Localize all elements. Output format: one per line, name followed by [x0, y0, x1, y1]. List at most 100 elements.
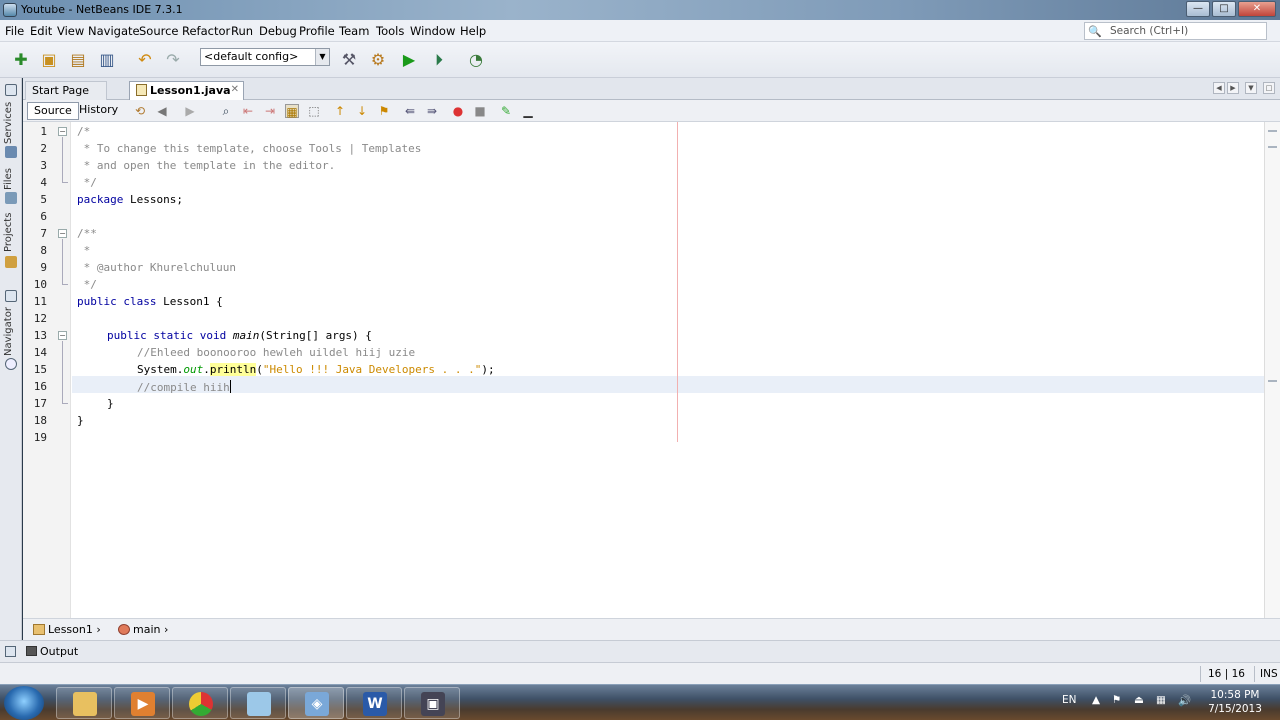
comment-icon[interactable]: ✎ [499, 104, 513, 118]
navigator-tab[interactable]: Navigator [3, 307, 19, 356]
history-button[interactable]: History [73, 102, 124, 120]
toggle-bookmark-icon[interactable]: ⚑ [377, 104, 391, 118]
main-toolbar: ✚ ▣ ▤ ▥ ↶ ↷ ⚒ ⚙ ▶ ⏵ ◔ [0, 42, 1280, 78]
taskbar-notepad[interactable] [230, 687, 286, 719]
taskbar-explorer[interactable] [56, 687, 112, 719]
services-tab[interactable]: Services [3, 100, 19, 144]
save-all-icon[interactable]: ▥ [96, 49, 118, 71]
search-box[interactable]: 🔍 Search (Ctrl+I) [1084, 22, 1267, 40]
tab-lesson1-java[interactable]: Lesson1.java ✕ [129, 81, 244, 100]
profile-icon[interactable]: ◔ [465, 49, 487, 71]
menu-run[interactable]: Run [231, 24, 253, 38]
menu-tools[interactable]: Tools [376, 24, 404, 38]
restore-icon[interactable] [5, 84, 17, 96]
open-project-icon[interactable]: ▤ [67, 49, 89, 71]
new-project-icon[interactable]: ▣ [38, 49, 60, 71]
menu-profile[interactable]: Profile [299, 24, 335, 38]
fold-toggle-icon[interactable]: − [58, 331, 67, 340]
find-previous-icon[interactable]: ⇤ [241, 104, 255, 118]
start-macro-icon[interactable]: ● [451, 104, 465, 118]
clean-build-icon[interactable]: ⚙ [367, 49, 389, 71]
text-caret [229, 380, 231, 393]
shift-right-icon[interactable]: ⇛ [425, 104, 439, 118]
build-icon[interactable]: ⚒ [338, 49, 360, 71]
breadcrumb-class[interactable]: Lesson1 › [33, 623, 101, 636]
code-line: } [77, 414, 84, 427]
new-file-icon[interactable]: ✚ [10, 49, 32, 71]
output-tab[interactable]: Output [26, 645, 78, 658]
fold-toggle-icon[interactable]: − [58, 127, 67, 136]
find-icon[interactable]: ⌕ [219, 104, 233, 118]
right-margin-line [677, 122, 678, 442]
line-number: 19 [33, 431, 47, 444]
output-panel-strip: Output [0, 640, 1280, 662]
close-button[interactable]: ✕ [1238, 1, 1276, 17]
stripe-mark[interactable] [1268, 146, 1277, 148]
taskbar-media-player[interactable]: ▶ [114, 687, 170, 719]
restore-icon[interactable] [5, 646, 16, 657]
flag-icon[interactable]: ⚑ [1112, 694, 1121, 706]
menu-edit[interactable]: Edit [30, 24, 52, 38]
run-icon[interactable]: ▶ [398, 49, 420, 71]
stripe-mark[interactable] [1268, 130, 1277, 132]
maximize-editor-icon[interactable]: □ [1263, 82, 1275, 94]
config-select[interactable]: <default config> ▼ [200, 48, 330, 66]
menu-refactor[interactable]: Refactor [182, 24, 230, 38]
scroll-tabs-right-icon[interactable]: ▶ [1227, 82, 1239, 94]
uncomment-icon[interactable]: ▁ [521, 104, 535, 118]
prev-bookmark-icon[interactable]: ↑ [333, 104, 347, 118]
window-title: Youtube - NetBeans IDE 7.3.1 [21, 3, 183, 16]
tab-lesson1-label: Lesson1.java [150, 84, 231, 97]
tab-list-icon[interactable]: ▼ [1245, 82, 1257, 94]
scroll-tabs-left-icon[interactable]: ◀ [1213, 82, 1225, 94]
next-bookmark-icon[interactable]: ↓ [355, 104, 369, 118]
language-indicator[interactable]: EN [1062, 694, 1077, 706]
stop-macro-icon[interactable]: ■ [473, 104, 487, 118]
redo-icon[interactable]: ↷ [162, 49, 184, 71]
show-hidden-icons-icon[interactable]: ▲ [1092, 694, 1100, 706]
menu-help[interactable]: Help [460, 24, 486, 38]
taskbar-chrome[interactable] [172, 687, 228, 719]
fold-toggle-icon[interactable]: − [58, 229, 67, 238]
start-button[interactable] [4, 686, 44, 720]
tab-start-page[interactable]: Start Page [25, 81, 107, 100]
menu-navigate[interactable]: Navigate [88, 24, 140, 38]
code-line: * To change this template, choose Tools … [77, 142, 422, 155]
stripe-mark[interactable] [1268, 380, 1277, 382]
projects-tab[interactable]: Projects [3, 212, 19, 252]
minimize-button[interactable]: — [1186, 1, 1210, 17]
restore-icon[interactable] [5, 290, 17, 302]
menu-file[interactable]: File [5, 24, 24, 38]
netbeans-icon [3, 3, 17, 17]
close-tab-icon[interactable]: ✕ [231, 84, 239, 95]
system-clock[interactable]: 10:58 PM 7/15/2013 [1205, 688, 1265, 716]
toggle-highlight-icon[interactable]: ▦ [285, 104, 299, 119]
last-edit-icon[interactable]: ⟲ [133, 104, 147, 118]
find-next-icon[interactable]: ⇥ [263, 104, 277, 118]
menu-view[interactable]: View [57, 24, 84, 38]
undo-icon[interactable]: ↶ [134, 49, 156, 71]
volume-icon[interactable]: 🔊 [1178, 694, 1191, 707]
menu-window[interactable]: Window [410, 24, 455, 38]
rect-selection-icon[interactable]: ⬚ [307, 104, 321, 118]
maximize-button[interactable]: □ [1212, 1, 1236, 17]
code-editor[interactable]: 1 2 3 4 5 6 7 8 9 10 11 12 13 14 15 16 1… [23, 122, 1280, 618]
network-icon[interactable]: ▦ [1156, 694, 1166, 706]
menu-debug[interactable]: Debug [259, 24, 297, 38]
menu-team[interactable]: Team [339, 24, 369, 38]
error-stripe[interactable] [1264, 122, 1280, 618]
taskbar-camtasia[interactable]: ▣ [404, 687, 460, 719]
forward-icon[interactable]: ▶ [183, 104, 197, 118]
files-tab[interactable]: Files [3, 166, 19, 190]
shift-left-icon[interactable]: ⇚ [403, 104, 417, 118]
menu-source[interactable]: Source [139, 24, 179, 38]
line-number: 18 [33, 414, 47, 427]
back-icon[interactable]: ◀ [155, 104, 169, 118]
debug-icon[interactable]: ⏵ [428, 49, 450, 71]
breadcrumb-method[interactable]: main › [118, 623, 168, 636]
taskbar-netbeans[interactable]: ◈ [288, 687, 344, 719]
source-button[interactable]: Source [27, 102, 79, 120]
taskbar-word[interactable]: W [346, 687, 402, 719]
chrome-icon [189, 692, 213, 716]
usb-icon[interactable]: ⏏ [1134, 694, 1144, 706]
